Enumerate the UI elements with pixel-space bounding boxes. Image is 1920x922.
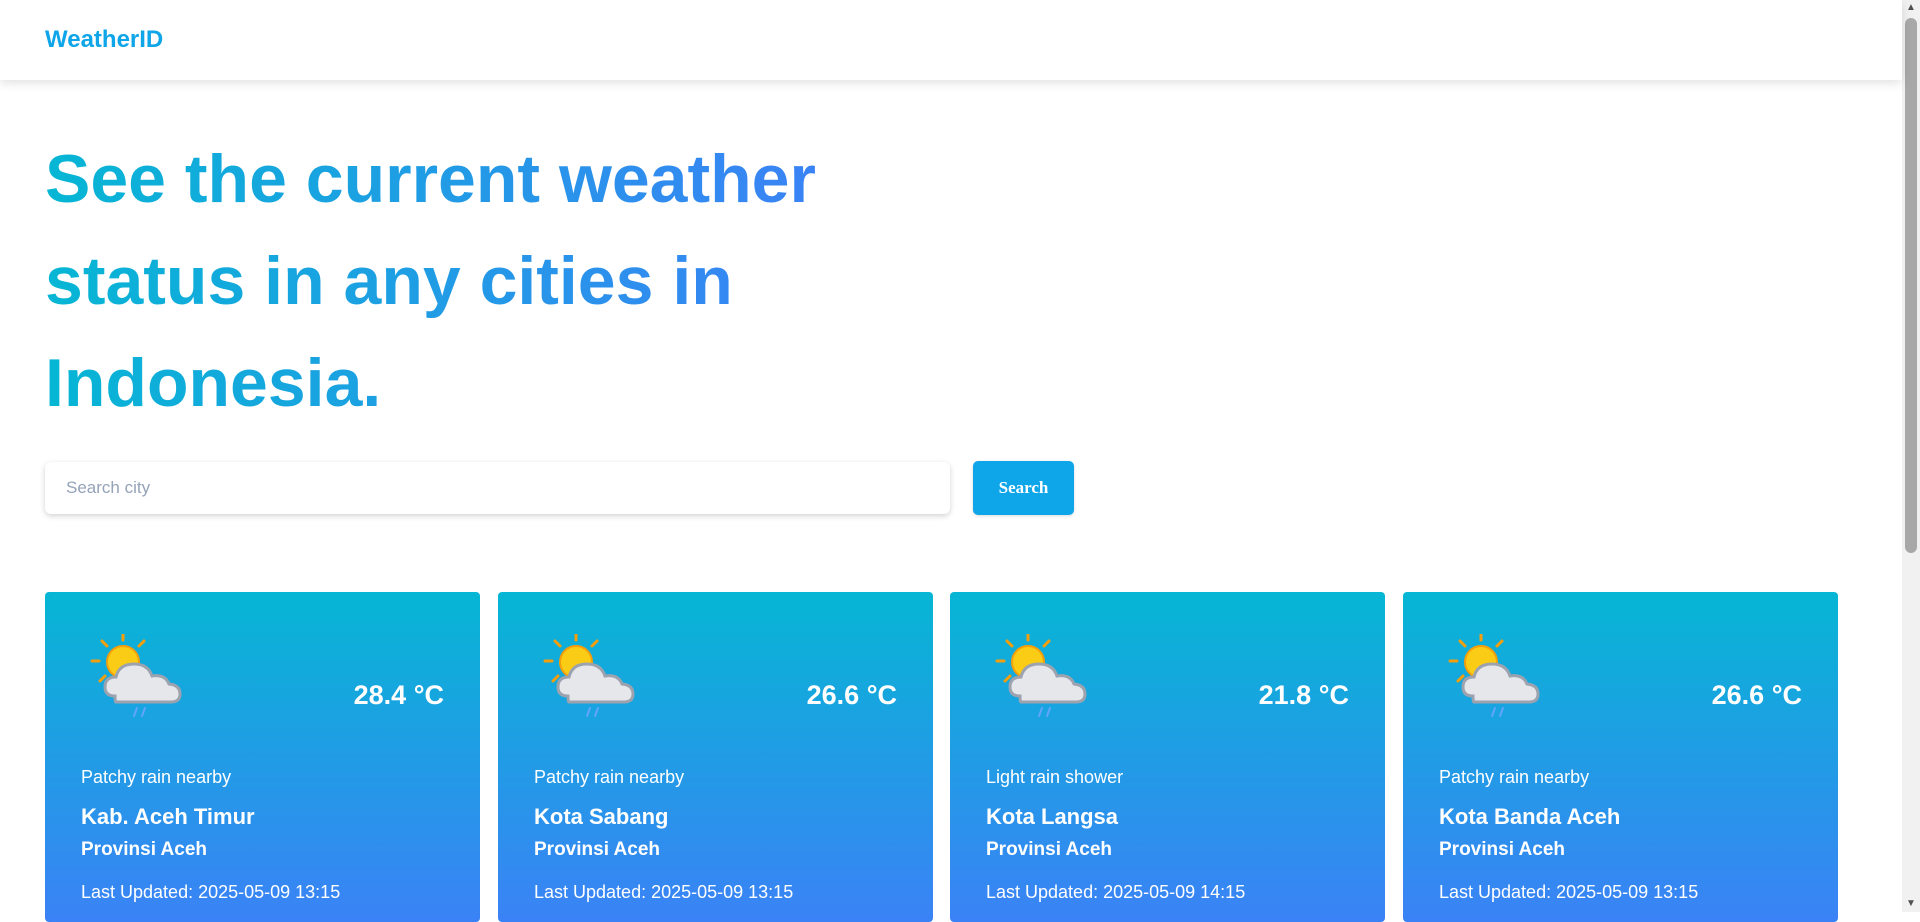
temperature: 28.4 °C: [353, 680, 444, 710]
weather-condition: Patchy rain nearby: [534, 767, 685, 787]
weather-card[interactable]: 26.6 °C Patchy rain nearby Kota Banda Ac…: [1403, 592, 1838, 922]
scroll-down-arrow-icon[interactable]: ▼: [1902, 896, 1920, 912]
city-name: Kota Sabang: [534, 804, 669, 829]
partly-cloudy-rain-icon: [538, 634, 643, 718]
weather-condition: Patchy rain nearby: [81, 767, 232, 787]
scrollbar-thumb[interactable]: [1905, 18, 1917, 553]
last-updated: Last Updated: 2025-05-09 13:15: [1439, 882, 1699, 902]
search-button[interactable]: Search: [973, 461, 1074, 515]
weather-card[interactable]: 21.8 °C Light rain shower Kota Langsa Pr…: [950, 592, 1385, 922]
city-name: Kota Langsa: [986, 804, 1119, 829]
brand-logo[interactable]: WeatherID: [45, 26, 163, 54]
hero-title-line: Indonesia.: [45, 345, 382, 421]
partly-cloudy-rain-icon: [990, 634, 1095, 718]
temperature: 26.6 °C: [806, 680, 897, 710]
province-name: Provinsi Aceh: [1439, 839, 1566, 860]
weather-card[interactable]: 26.6 °C Patchy rain nearby Kota Sabang P…: [498, 592, 933, 922]
city-name: Kota Banda Aceh: [1439, 804, 1621, 829]
last-updated: Last Updated: 2025-05-09 13:15: [534, 882, 794, 902]
province-name: Provinsi Aceh: [81, 839, 208, 860]
weather-card[interactable]: 28.4 °C Patchy rain nearby Kab. Aceh Tim…: [45, 592, 480, 922]
hero-title-line: status in any cities in: [45, 243, 733, 319]
city-name: Kab. Aceh Timur: [81, 804, 255, 829]
temperature: 26.6 °C: [1711, 680, 1802, 710]
hero-title: See the current weather status in any ci…: [45, 128, 825, 434]
search-input[interactable]: [45, 462, 950, 514]
weather-condition: Light rain shower: [986, 767, 1124, 787]
scrollbar[interactable]: ▲ ▼: [1902, 0, 1920, 912]
partly-cloudy-rain-icon: [85, 634, 190, 718]
last-updated: Last Updated: 2025-05-09 13:15: [81, 882, 341, 902]
province-name: Provinsi Aceh: [986, 839, 1113, 860]
partly-cloudy-rain-icon: [1443, 634, 1548, 718]
navbar: WeatherID: [0, 0, 1902, 80]
scroll-up-arrow-icon[interactable]: ▲: [1902, 0, 1920, 16]
weather-condition: Patchy rain nearby: [1439, 767, 1590, 787]
last-updated: Last Updated: 2025-05-09 14:15: [986, 882, 1246, 902]
temperature: 21.8 °C: [1258, 680, 1349, 710]
province-name: Provinsi Aceh: [534, 839, 661, 860]
hero-title-line: See the current weather: [45, 141, 816, 217]
